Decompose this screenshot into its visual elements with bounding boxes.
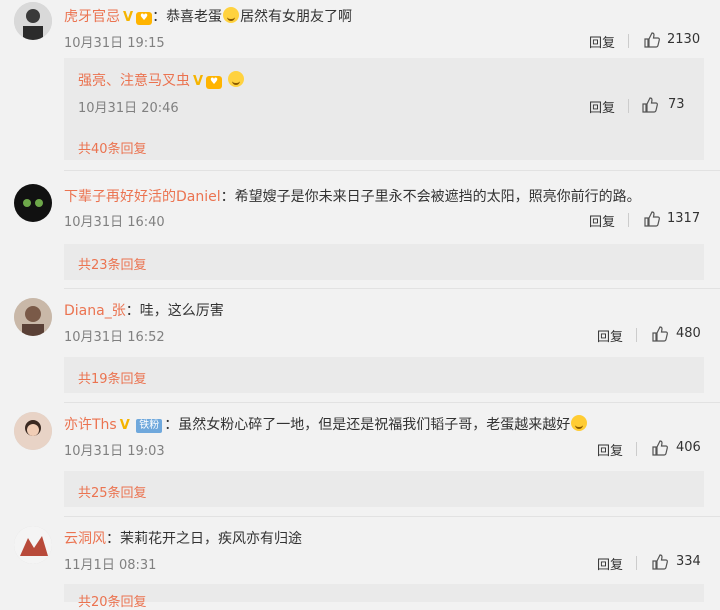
- divider: [628, 34, 629, 48]
- like-count: 73: [668, 97, 685, 112]
- reply-button[interactable]: 回复: [597, 554, 623, 573]
- vip-icon: V: [119, 418, 130, 433]
- thumb-up-icon[interactable]: [651, 439, 669, 457]
- like-count: 406: [676, 440, 701, 455]
- comment-text: 虽然女粉心碎了一地，但是还是祝福我们韬子哥，老蛋越来越好: [178, 417, 571, 433]
- comment-line: 虎牙官忌 V ♥ ：恭喜老蛋 居然有女朋友了啊: [64, 7, 353, 25]
- comment-line: 亦许Ths V 铁粉 ：虽然女粉心碎了一地，但是还是祝福我们韬子哥，老蛋越来越好: [64, 414, 588, 434]
- thumb-up-icon[interactable]: [641, 96, 659, 114]
- reply-button[interactable]: 回复: [589, 32, 615, 51]
- comment-line: 下辈子再好好活的Daniel：希望嫂子是你未来日子里永不会被遮挡的太阳，照亮你前…: [64, 189, 641, 205]
- username[interactable]: 下辈子再好好活的Daniel: [64, 189, 221, 205]
- username[interactable]: Diana_张: [64, 303, 126, 319]
- like-count: 480: [676, 326, 701, 341]
- comment-line: 云洞风：茉莉花开之日，疾风亦有归途: [64, 531, 302, 547]
- like-count: 334: [676, 554, 701, 569]
- comment-text: 哇，这么厉害: [139, 303, 224, 319]
- more-replies-link[interactable]: 共23条回复: [78, 254, 147, 273]
- thumb-up-icon[interactable]: [651, 325, 669, 343]
- username[interactable]: 亦许Ths: [64, 417, 117, 433]
- comment-text: 恭喜老蛋: [166, 9, 223, 25]
- username[interactable]: 虎牙官忌: [64, 9, 120, 25]
- reply-panel: [64, 471, 704, 507]
- emoji-icon: [223, 7, 240, 23]
- more-replies-link[interactable]: 共25条回复: [78, 482, 147, 501]
- comment-text: 居然有女朋友了啊: [240, 9, 353, 25]
- fan-badge-icon: ♥: [136, 12, 153, 25]
- username[interactable]: 云洞风: [64, 531, 106, 547]
- vip-icon: V: [193, 74, 204, 89]
- comment-text: 希望嫂子是你未来日子里永不会被遮挡的太阳，照亮你前行的路。: [234, 189, 641, 205]
- avatar[interactable]: [14, 526, 52, 564]
- avatar[interactable]: [14, 298, 52, 336]
- divider: [636, 556, 637, 570]
- timestamp: 10月31日 19:15: [64, 36, 165, 51]
- reply-panel: [64, 357, 704, 393]
- thumb-up-icon[interactable]: [651, 553, 669, 571]
- more-replies-link[interactable]: 共19条回复: [78, 368, 147, 387]
- timestamp: 11月1日 08:31: [64, 558, 157, 573]
- reply-button[interactable]: 回复: [597, 440, 623, 459]
- thumb-up-icon[interactable]: [643, 31, 661, 49]
- timestamp: 10月31日 20:46: [78, 101, 179, 116]
- emoji-icon: [228, 71, 245, 87]
- divider: [628, 99, 629, 113]
- fan-badge-icon: ♥: [206, 76, 223, 89]
- reply-button[interactable]: 回复: [597, 326, 623, 345]
- divider: [64, 170, 720, 171]
- avatar[interactable]: [14, 2, 52, 40]
- divider: [636, 442, 637, 456]
- like-count: 2130: [667, 32, 701, 47]
- reply-panel: [64, 244, 704, 280]
- thumb-up-icon[interactable]: [643, 210, 661, 228]
- timestamp: 10月31日 19:03: [64, 444, 165, 459]
- divider: [64, 516, 720, 517]
- username[interactable]: 强亮、注意马叉虫: [78, 73, 190, 89]
- divider: [628, 213, 629, 227]
- vip-icon: V: [123, 10, 134, 25]
- avatar[interactable]: [14, 184, 52, 222]
- subreply-line: 强亮、注意马叉虫 V ♥: [78, 70, 245, 90]
- reply-button[interactable]: 回复: [589, 97, 615, 116]
- comment-text: 茉莉花开之日，疾风亦有归途: [120, 531, 302, 547]
- emoji-icon: [571, 415, 588, 431]
- fan-badge-icon: 铁粉: [136, 419, 163, 433]
- divider: [64, 402, 720, 403]
- reply-panel: [64, 584, 704, 602]
- like-count: 1317: [667, 211, 701, 226]
- reply-button[interactable]: 回复: [589, 211, 615, 230]
- avatar[interactable]: [14, 412, 52, 450]
- timestamp: 10月31日 16:40: [64, 215, 165, 230]
- more-replies-link[interactable]: 共20条回复: [78, 591, 147, 610]
- timestamp: 10月31日 16:52: [64, 330, 165, 345]
- more-replies-link[interactable]: 共40条回复: [78, 138, 147, 157]
- divider: [64, 288, 720, 289]
- comment-line: Diana_张：哇，这么厉害: [64, 303, 224, 319]
- divider: [636, 328, 637, 342]
